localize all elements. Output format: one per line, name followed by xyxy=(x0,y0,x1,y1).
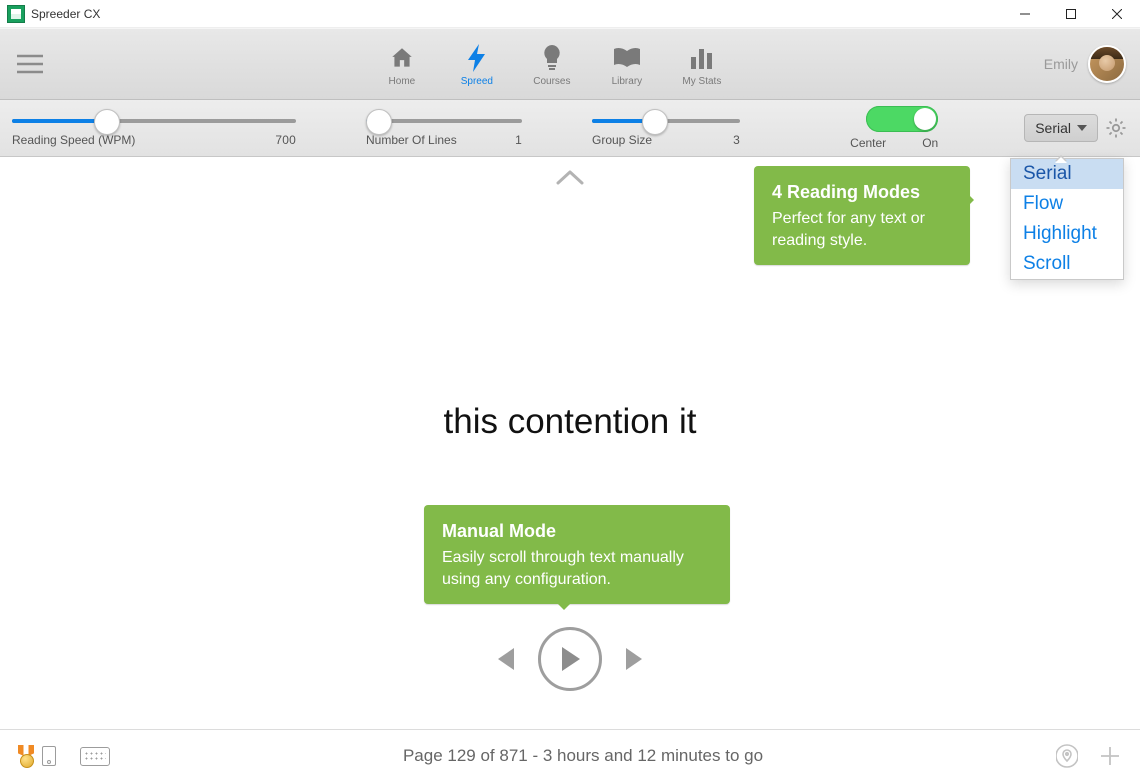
nav-label: Home xyxy=(389,76,416,87)
user-area[interactable]: Emily xyxy=(1044,29,1140,99)
home-icon xyxy=(389,42,415,74)
lines-label: Number Of Lines xyxy=(366,133,457,147)
nav-library[interactable]: Library xyxy=(589,29,664,99)
nav-courses[interactable]: Courses xyxy=(514,29,589,99)
prev-button[interactable] xyxy=(494,646,516,672)
avatar xyxy=(1088,45,1126,83)
minimize-icon xyxy=(1020,9,1030,19)
window-minimize-button[interactable] xyxy=(1002,0,1048,27)
app-icon xyxy=(7,5,25,23)
bars-icon xyxy=(690,42,714,74)
chevron-down-icon xyxy=(1077,124,1087,132)
mode-option-serial[interactable]: Serial xyxy=(1011,159,1123,189)
group-label: Group Size xyxy=(592,133,652,147)
pin-icon xyxy=(1056,743,1078,769)
lines-slider[interactable]: Number Of Lines 1 xyxy=(366,100,522,156)
header: Home Spreed Courses Library xyxy=(0,28,1140,100)
menu-button[interactable] xyxy=(0,29,60,99)
center-toggle[interactable]: Center On xyxy=(850,100,938,156)
mode-selected-label: Serial xyxy=(1035,120,1071,136)
speed-value: 700 xyxy=(275,133,296,147)
callout-body: Perfect for any text or reading style. xyxy=(772,208,952,251)
callout-body: Easily scroll through text manually usin… xyxy=(442,547,712,590)
mode-option-highlight[interactable]: Highlight xyxy=(1011,219,1123,249)
hamburger-icon xyxy=(17,54,43,74)
next-icon xyxy=(624,646,646,672)
app-window: Spreeder CX Home xyxy=(0,0,1140,783)
plus-icon xyxy=(1098,744,1122,768)
mode-area: Serial xyxy=(1024,100,1128,156)
location-button[interactable] xyxy=(1056,743,1078,769)
collapse-button[interactable] xyxy=(556,169,584,185)
maximize-icon xyxy=(1066,9,1076,19)
mode-select-button[interactable]: Serial xyxy=(1024,114,1098,142)
window-title: Spreeder CX xyxy=(31,7,100,21)
gear-icon xyxy=(1104,116,1128,140)
callout-reading-modes: 4 Reading Modes Perfect for any text or … xyxy=(754,166,970,265)
phone-icon xyxy=(42,746,56,766)
mode-option-flow[interactable]: Flow xyxy=(1011,189,1123,219)
playback-controls xyxy=(0,627,1140,691)
nav-home[interactable]: Home xyxy=(364,29,439,99)
group-slider[interactable]: Group Size 3 xyxy=(592,100,740,156)
play-button[interactable] xyxy=(538,627,602,691)
prev-icon xyxy=(494,646,516,672)
bulb-icon xyxy=(542,42,562,74)
mode-dropdown: Serial Flow Highlight Scroll xyxy=(1010,158,1124,280)
main-nav: Home Spreed Courses Library xyxy=(60,29,1044,99)
nav-spreed[interactable]: Spreed xyxy=(439,29,514,99)
nav-label: My Stats xyxy=(682,76,721,87)
keyboard-button[interactable] xyxy=(80,747,110,766)
controls-bar: Reading Speed (WPM) 700 Number Of Lines … xyxy=(0,100,1140,157)
callout-title: Manual Mode xyxy=(442,519,712,543)
status-bar: Page 129 of 871 - 3 hours and 12 minutes… xyxy=(0,729,1140,782)
group-value: 3 xyxy=(733,133,740,147)
status-text: Page 129 of 871 - 3 hours and 12 minutes… xyxy=(110,746,1056,766)
speed-label: Reading Speed (WPM) xyxy=(12,133,135,147)
reading-text: this contention it xyxy=(0,402,1140,442)
bolt-icon xyxy=(465,42,489,74)
mode-option-scroll[interactable]: Scroll xyxy=(1011,249,1123,279)
titlebar: Spreeder CX xyxy=(0,0,1140,28)
nav-label: Courses xyxy=(533,76,570,87)
center-label: Center xyxy=(850,136,886,150)
speed-slider[interactable]: Reading Speed (WPM) 700 xyxy=(12,100,296,156)
play-icon xyxy=(558,645,582,673)
nav-stats[interactable]: My Stats xyxy=(664,29,739,99)
callout-manual-mode: Manual Mode Easily scroll through text m… xyxy=(424,505,730,604)
reading-stage: 4 Reading Modes Perfect for any text or … xyxy=(0,157,1140,729)
lines-value: 1 xyxy=(515,133,522,147)
chevron-up-icon xyxy=(556,169,584,185)
medal-icon xyxy=(18,745,34,767)
close-icon xyxy=(1112,9,1122,19)
add-button[interactable] xyxy=(1098,744,1122,768)
book-icon xyxy=(612,42,642,74)
callout-title: 4 Reading Modes xyxy=(772,180,952,204)
center-state: On xyxy=(922,136,938,150)
user-name: Emily xyxy=(1044,56,1078,72)
nav-label: Library xyxy=(612,76,643,87)
window-close-button[interactable] xyxy=(1094,0,1140,27)
settings-button[interactable] xyxy=(1104,116,1128,140)
nav-label: Spreed xyxy=(461,76,493,87)
window-maximize-button[interactable] xyxy=(1048,0,1094,27)
next-button[interactable] xyxy=(624,646,646,672)
